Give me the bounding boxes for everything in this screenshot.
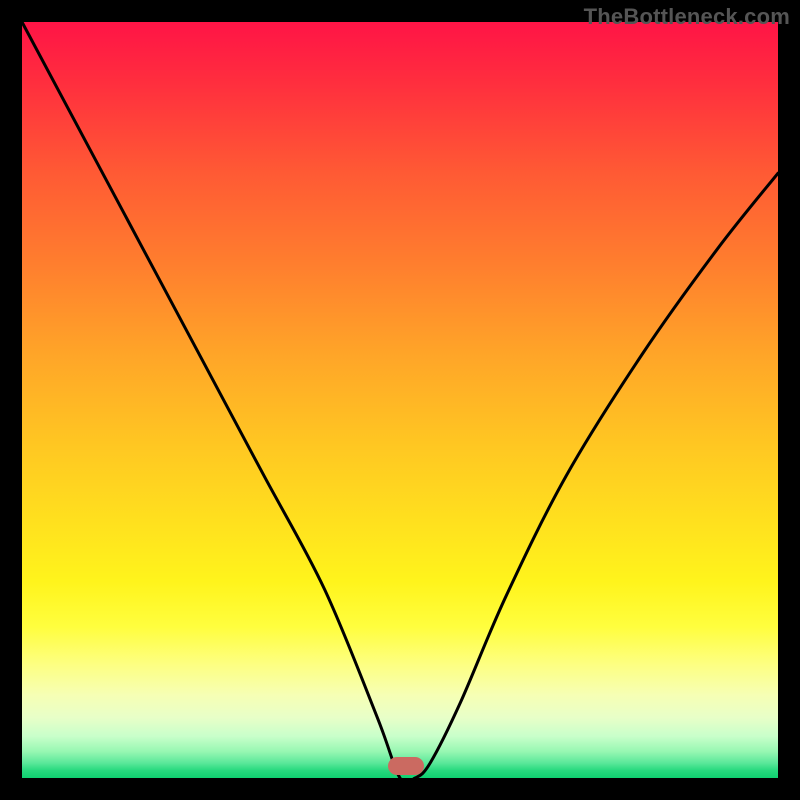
watermark-text: TheBottleneck.com: [584, 4, 790, 30]
bottleneck-curve: [22, 22, 778, 778]
chart-frame: TheBottleneck.com: [0, 0, 800, 800]
plot-area: [22, 22, 778, 778]
optimal-marker: [388, 757, 424, 775]
